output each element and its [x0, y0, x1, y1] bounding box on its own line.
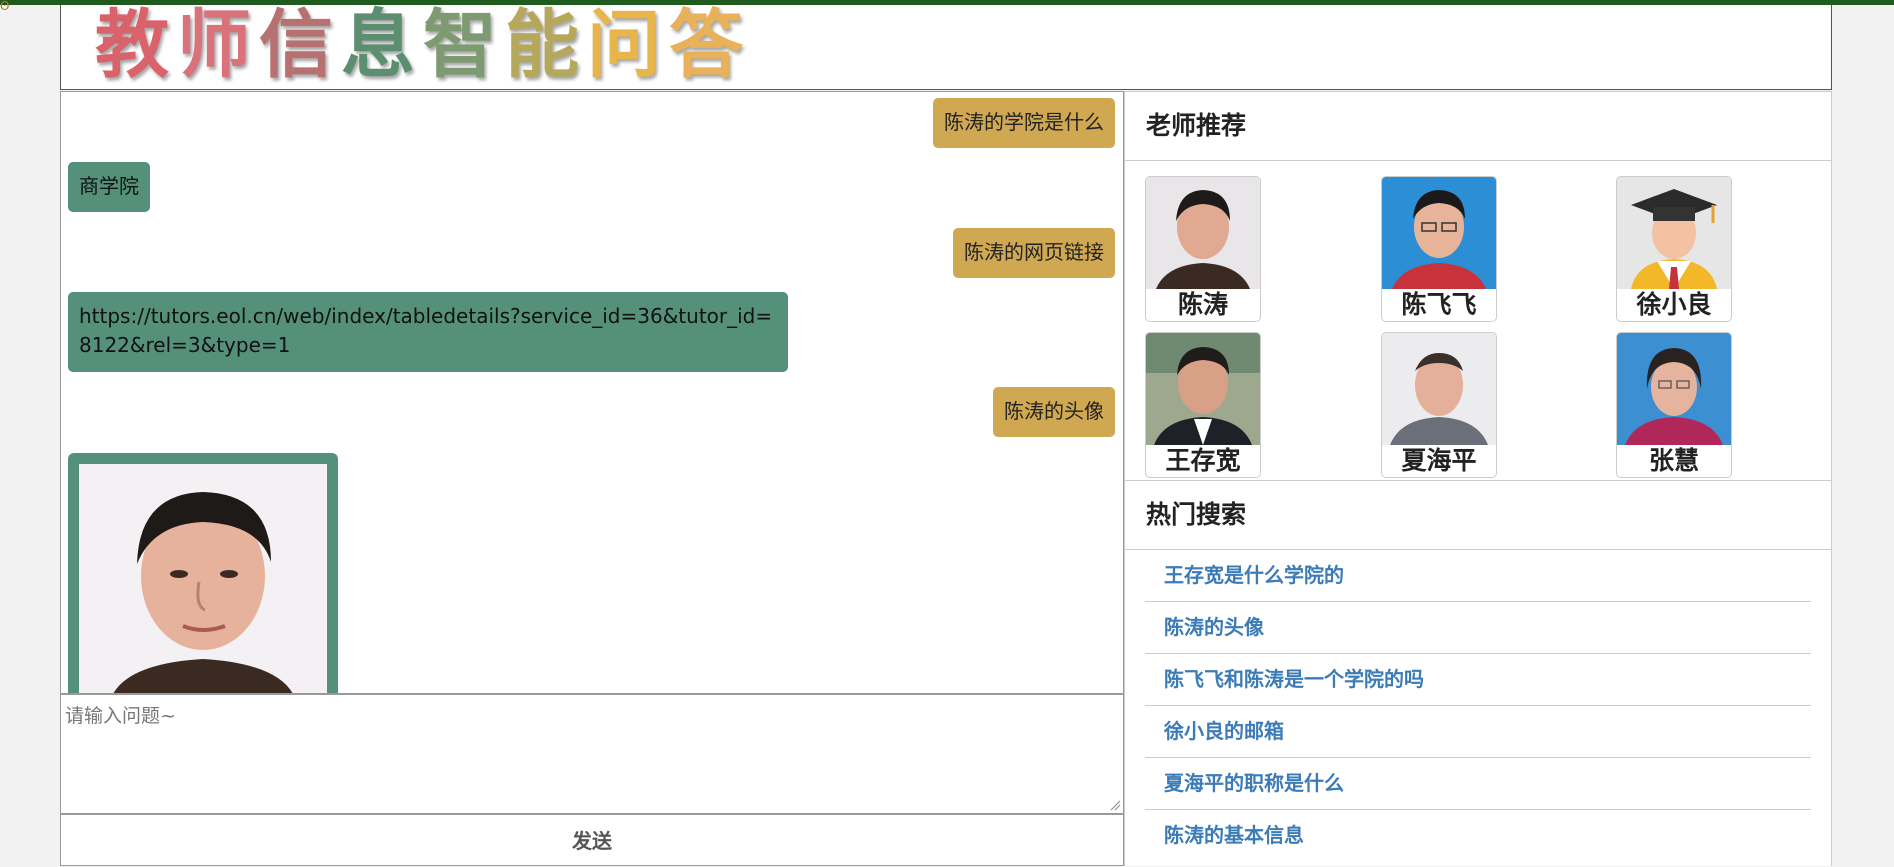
teacher-card[interactable]: 陈飞飞 [1381, 176, 1497, 322]
teacher-photo [1146, 333, 1260, 445]
hot-search-link[interactable]: 陈涛的基本信息 [1164, 823, 1304, 847]
logo-char: 息 [341, 2, 415, 88]
teacher-card[interactable]: 张慧 [1616, 332, 1732, 478]
user-message: 陈涛的学院是什么 [933, 98, 1115, 148]
teacher-name: 张慧 [1648, 446, 1699, 475]
teacher-photo [1146, 177, 1260, 289]
list-item: 徐小良的邮箱 [1145, 706, 1811, 758]
send-button[interactable]: 发送 [60, 814, 1124, 866]
resize-grip-icon[interactable] [1109, 799, 1121, 811]
list-item: 陈飞飞和陈涛是一个学院的吗 [1145, 654, 1811, 706]
hot-search-link[interactable]: 陈涛的头像 [1164, 615, 1264, 639]
logo-char: 问 [587, 2, 661, 88]
user-message: 陈涛的头像 [993, 387, 1115, 437]
recommend-panel: 老师推荐 陈涛 陈飞飞 徐小良 王存宽 夏海平 张慧 [1124, 91, 1832, 481]
teacher-name: 王存宽 [1165, 446, 1241, 475]
hot-search-list: 王存宽是什么学院的 陈涛的头像 陈飞飞和陈涛是一个学院的吗 徐小良的邮箱 夏海平… [1125, 550, 1831, 861]
teacher-card[interactable]: 夏海平 [1381, 332, 1497, 478]
hot-search-link[interactable]: 夏海平的职称是什么 [1164, 771, 1344, 795]
hot-search-link[interactable]: 陈飞飞和陈涛是一个学院的吗 [1164, 667, 1424, 691]
logo-char: 答 [669, 2, 743, 88]
hot-search-panel: 热门搜索 王存宽是什么学院的 陈涛的头像 陈飞飞和陈涛是一个学院的吗 徐小良的邮… [1124, 480, 1832, 866]
site-logo: 教师信息智能问答 [91, 5, 747, 85]
teacher-card[interactable]: 徐小良 [1616, 176, 1732, 322]
hot-search-link[interactable]: 徐小良的邮箱 [1164, 719, 1284, 743]
logo-char: 教 [95, 2, 169, 88]
teacher-photo [1382, 177, 1496, 289]
hot-search-title: 热门搜索 [1125, 481, 1831, 550]
teacher-photo [1617, 333, 1731, 445]
logo-char: 能 [505, 2, 579, 88]
user-message: 陈涛的网页链接 [953, 228, 1115, 278]
bot-image-message [68, 453, 338, 693]
list-item: 夏海平的职称是什么 [1145, 758, 1811, 810]
page-header: 教师信息智能问答 [60, 5, 1832, 90]
teacher-name: 徐小良 [1636, 290, 1712, 319]
hot-search-link[interactable]: 王存宽是什么学院的 [1164, 563, 1344, 587]
teacher-photo [1382, 333, 1496, 445]
page-info-icon: ʘ [0, 0, 10, 13]
question-input-area[interactable] [60, 694, 1124, 814]
teacher-card[interactable]: 王存宽 [1145, 332, 1261, 478]
graduate-avatar-icon [1617, 177, 1731, 289]
teacher-name: 夏海平 [1401, 446, 1477, 475]
list-item: 陈涛的基本信息 [1145, 810, 1811, 861]
logo-char: 师 [177, 2, 251, 88]
list-item: 陈涛的头像 [1145, 602, 1811, 654]
chat-window[interactable]: 陈涛的学院是什么 商学院 陈涛的网页链接 https://tutors.eol.… [60, 91, 1124, 694]
list-item: 王存宽是什么学院的 [1145, 550, 1811, 602]
teacher-card[interactable]: 陈涛 [1145, 176, 1261, 322]
teacher-photo [79, 464, 327, 693]
teacher-name: 陈涛 [1177, 290, 1228, 319]
bot-message: https://tutors.eol.cn/web/index/tabledet… [68, 292, 788, 372]
logo-char: 智 [423, 2, 497, 88]
teacher-name: 陈飞飞 [1401, 290, 1477, 319]
bot-message: 商学院 [68, 162, 150, 212]
question-input[interactable] [61, 695, 1123, 813]
recommend-title: 老师推荐 [1125, 92, 1831, 161]
logo-char: 信 [259, 2, 333, 88]
